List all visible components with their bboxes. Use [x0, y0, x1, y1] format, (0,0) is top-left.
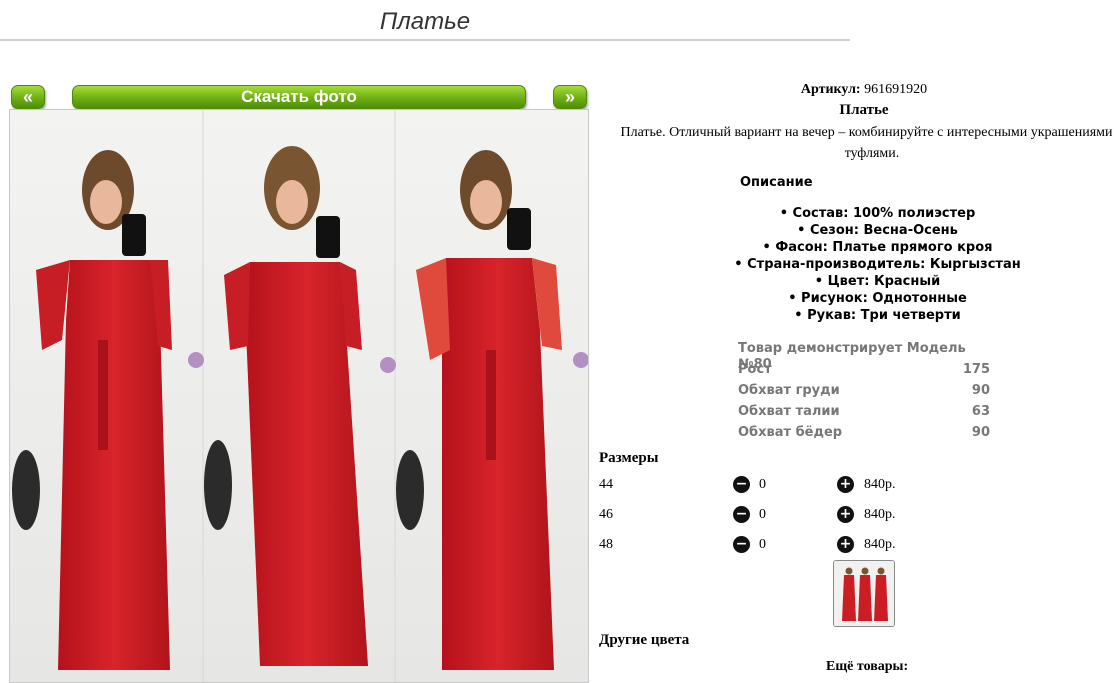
measurement-value: 175: [962, 362, 990, 377]
article-line: Артикул: 961691920: [598, 82, 1114, 98]
measurement-row: Обхват груди 90: [738, 383, 990, 404]
plus-circle-icon[interactable]: +: [837, 536, 854, 553]
size-row: 44 − 0 + 840р.: [599, 475, 919, 495]
attribute-list: Состав: 100% полиэстер Сезон: Весна-Осен…: [730, 205, 1025, 324]
plus-circle-icon[interactable]: +: [837, 506, 854, 523]
size-row: 46 − 0 + 840р.: [599, 505, 919, 525]
other-colors-heading: Другие цвета: [599, 632, 690, 648]
measurement-row: Обхват талии 63: [738, 404, 990, 425]
measurement-row: Рост 175: [738, 362, 990, 383]
measurement-label: Рост: [738, 362, 772, 377]
quantity-value: 0: [759, 537, 766, 552]
article-value: 961691920: [864, 82, 928, 97]
attribute-item: Цвет: Красный: [730, 273, 1025, 290]
minus-circle-icon[interactable]: −: [733, 476, 750, 493]
measurement-label: Обхват талии: [738, 404, 840, 419]
attribute-item: Рисунок: Однотонные: [730, 290, 1025, 307]
next-photo-button[interactable]: »: [553, 85, 587, 109]
price-value: 840р.: [864, 537, 896, 552]
attribute-item: Фасон: Платье прямого кроя: [730, 239, 1025, 256]
more-products-heading: Ещё товары:: [826, 659, 909, 674]
measurement-label: Обхват бёдер: [738, 425, 843, 440]
measurement-label: Обхват груди: [738, 383, 840, 398]
sizes-heading: Размеры: [599, 450, 659, 466]
measurement-value: 63: [971, 404, 990, 419]
product-description: Платье. Отличный вариант на вечер – комб…: [620, 125, 1114, 161]
download-photo-button[interactable]: Скачать фото: [72, 85, 526, 109]
title-divider: [0, 39, 850, 41]
page-title: Платье: [379, 8, 471, 35]
price-value: 840р.: [864, 477, 896, 492]
minus-circle-icon[interactable]: −: [733, 536, 750, 553]
model-measurements: Товар демонстрирует Модель №80 Рост 175 О…: [738, 341, 990, 446]
size-row: 48 − 0 + 840р.: [599, 535, 919, 555]
size-value: 44: [599, 477, 613, 492]
size-value: 46: [599, 507, 613, 522]
prev-photo-button[interactable]: «: [11, 85, 45, 109]
attribute-item: Состав: 100% полиэстер: [730, 205, 1025, 222]
measurement-row: Обхват бёдер 90: [738, 425, 990, 446]
plus-circle-icon[interactable]: +: [837, 476, 854, 493]
product-name: Платье: [839, 102, 889, 118]
attribute-item: Сезон: Весна-Осень: [730, 222, 1025, 239]
quantity-value: 0: [759, 477, 766, 492]
size-value: 48: [599, 537, 613, 552]
product-thumbnail[interactable]: [833, 560, 895, 627]
description-heading: Описание: [740, 175, 813, 190]
minus-circle-icon[interactable]: −: [733, 506, 750, 523]
model-heading: Товар демонстрирует Модель №80: [738, 341, 966, 372]
article-label: Артикул:: [800, 82, 861, 97]
attribute-item: Рукав: Три четверти: [730, 307, 1025, 324]
attribute-item: Страна-производитель: Кыргызстан: [730, 256, 1025, 273]
product-photo: [9, 109, 589, 683]
quantity-value: 0: [759, 507, 766, 522]
measurement-value: 90: [971, 383, 990, 398]
measurement-value: 90: [971, 425, 990, 440]
price-value: 840р.: [864, 507, 896, 522]
